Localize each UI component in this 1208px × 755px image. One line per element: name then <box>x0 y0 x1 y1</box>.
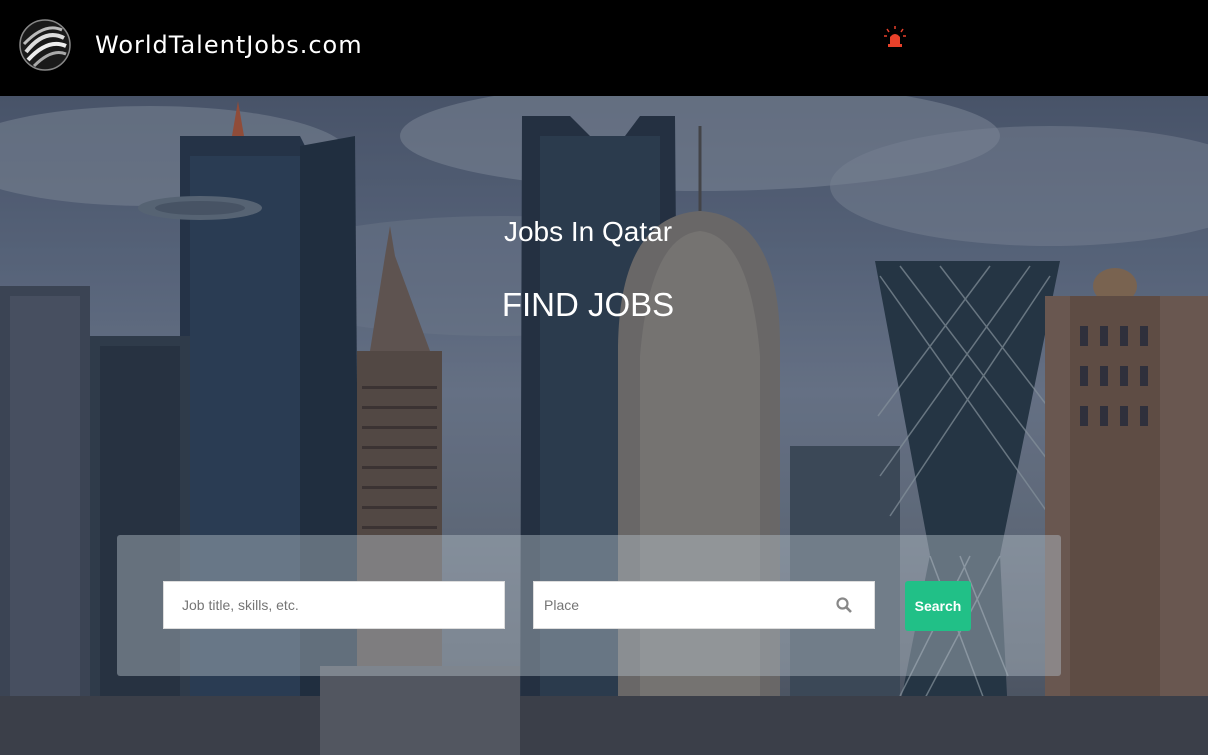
hero-title: FIND JOBS <box>501 286 675 323</box>
search-icon <box>836 597 852 613</box>
place-input[interactable] <box>533 581 875 629</box>
hero-subtitle: Jobs In Qatar <box>503 216 673 247</box>
search-button[interactable]: Search <box>905 581 971 631</box>
nav-jobseeker-sign-in[interactable]: Jobseeker Sign In <box>370 0 508 19</box>
nav-home[interactable]: Home <box>0 0 47 19</box>
main-nav: Home Find Jobs About Contact Us Job Need… <box>0 0 1208 19</box>
brand-name[interactable]: WorldTalentJobs.com <box>95 31 363 59</box>
nav-employer-sign-in[interactable]: Employer Sign In <box>513 0 649 19</box>
site-header: WorldTalentJobs.com Home Find Jobs About… <box>0 0 1208 96</box>
nav-contact-us[interactable]: Contact Us <box>181 0 268 19</box>
siren-icon <box>884 26 906 47</box>
nav-job-needed[interactable]: Job Needed <box>273 0 365 19</box>
globe-swirl-logo[interactable] <box>18 18 72 72</box>
nav-about[interactable]: About <box>128 0 175 19</box>
job-title-input[interactable] <box>163 581 505 629</box>
nav-find-jobs[interactable]: Find Jobs <box>52 0 123 19</box>
